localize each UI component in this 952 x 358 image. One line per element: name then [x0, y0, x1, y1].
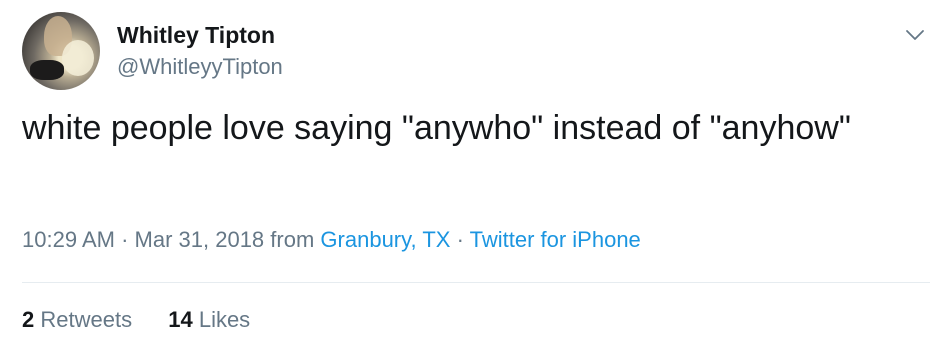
author-name[interactable]: Whitley Tipton [117, 22, 275, 49]
author-handle[interactable]: @WhitleyyTipton [117, 54, 283, 80]
retweets-label: Retweets [40, 307, 133, 332]
meta-separator: · [456, 227, 464, 252]
divider [22, 282, 930, 283]
meta-separator: · [121, 227, 129, 252]
tweet-meta: 10:29 AM · Mar 31, 2018 from Granbury, T… [22, 227, 641, 253]
avatar-shorts [30, 60, 64, 80]
avatar-pillow [62, 40, 94, 76]
likes-label: Likes [198, 307, 251, 332]
tweet-time[interactable]: 10:29 AM [22, 227, 115, 252]
avatar[interactable] [22, 12, 100, 90]
chevron-down-icon-svg [906, 30, 924, 40]
tweet-card: Whitley Tipton @WhitleyyTipton white peo… [0, 0, 952, 358]
tweet-date[interactable]: Mar 31, 2018 [135, 227, 265, 252]
retweets-stat[interactable]: 2 Retweets [22, 307, 132, 333]
chevron-down-icon[interactable] [904, 24, 926, 46]
tweet-stats: 2 Retweets 14 Likes [22, 307, 250, 333]
retweets-count: 2 [22, 307, 35, 332]
source-link[interactable]: Twitter for iPhone [470, 227, 641, 252]
tweet-text: white people love saying "anywho" instea… [22, 109, 851, 147]
likes-count: 14 [168, 307, 193, 332]
likes-stat[interactable]: 14 Likes [168, 307, 250, 333]
location-link[interactable]: Granbury, TX [320, 227, 450, 252]
from-label: from [270, 227, 315, 252]
